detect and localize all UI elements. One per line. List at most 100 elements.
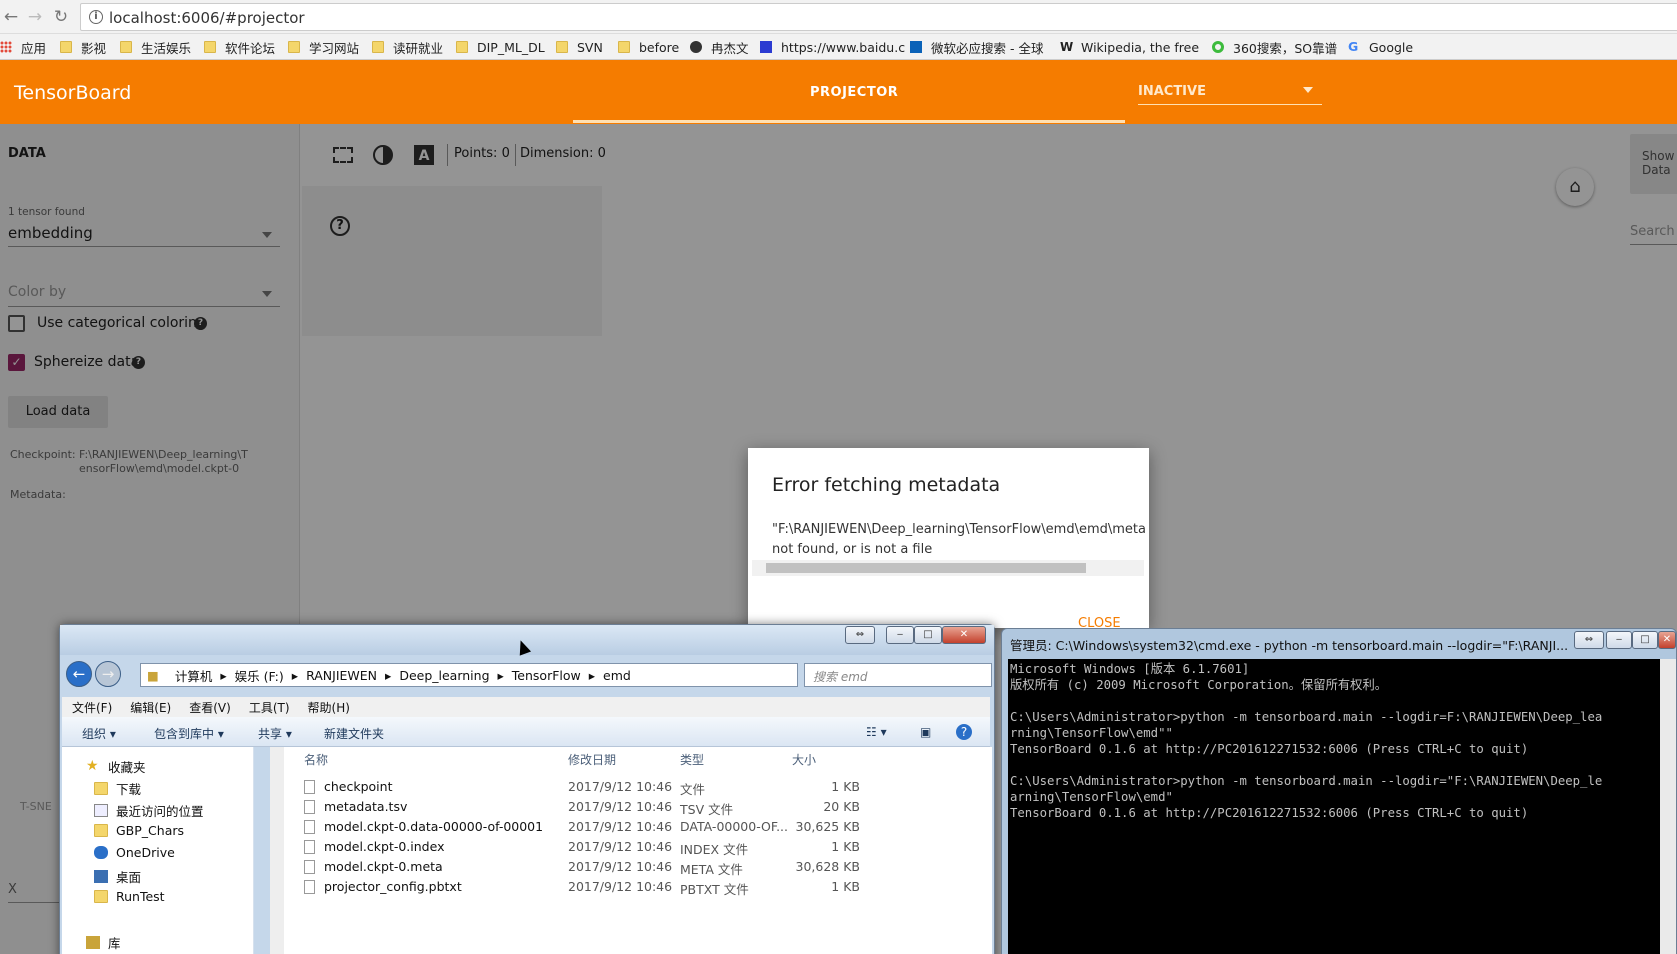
- bookmark-item[interactable]: 冉杰文: [690, 38, 749, 56]
- bookmark-item[interactable]: 微软必应搜索 - 全球: [910, 38, 1043, 56]
- file-name: model.ckpt-0.meta: [324, 859, 443, 874]
- column-name[interactable]: 名称: [304, 751, 328, 768]
- horizontal-scrollbar[interactable]: [752, 560, 1144, 576]
- explorer-nav-row: ← → ■ 计算机 ▸ 娱乐 (F:) ▸ RANJIEWEN ▸ Deep_lear…: [60, 655, 994, 695]
- close-button[interactable]: ✕: [1658, 631, 1676, 649]
- menu-help[interactable]: 帮助(H): [308, 699, 350, 716]
- file-type: 文件: [680, 782, 706, 797]
- bookmark-item[interactable]: before: [618, 38, 679, 56]
- search-input[interactable]: 搜索 emd: [804, 663, 992, 687]
- breadcrumb[interactable]: ■ 计算机 ▸ 娱乐 (F:) ▸ RANJIEWEN ▸ Deep_learning…: [140, 663, 798, 687]
- share-button[interactable]: 共享 ▾: [258, 725, 292, 742]
- reload-icon[interactable]: ↻: [50, 6, 72, 28]
- preview-pane-icon[interactable]: ▣: [920, 725, 931, 739]
- chevron-down-icon[interactable]: [1303, 87, 1313, 93]
- google-icon: G: [1348, 39, 1359, 54]
- breadcrumb-item[interactable]: emd: [603, 668, 631, 683]
- menu-edit[interactable]: 编辑(E): [130, 699, 171, 716]
- file-row[interactable]: checkpoint 2017/9/12 10:46 文件 1 KB: [304, 777, 984, 797]
- cmd-title[interactable]: 管理员: C:\Windows\system32\cmd.exe - pytho…: [1010, 635, 1570, 654]
- breadcrumb-item[interactable]: 娱乐 (F:): [235, 666, 284, 685]
- column-type[interactable]: 类型: [680, 751, 704, 768]
- maximize-button[interactable]: □: [1632, 631, 1658, 649]
- nav-item[interactable]: 桌面: [94, 867, 141, 886]
- nav-item[interactable]: GBP_Chars: [94, 823, 184, 838]
- column-size[interactable]: 大小: [792, 751, 816, 768]
- bookmark-item[interactable]: 读研就业: [372, 38, 443, 56]
- resize-icon[interactable]: ⇔: [845, 626, 875, 644]
- nav-favorites[interactable]: ★ 收藏夹: [86, 757, 146, 776]
- menu-file[interactable]: 文件(F): [72, 699, 112, 716]
- bookmark-item[interactable]: G Google: [1348, 38, 1413, 56]
- resize-icon[interactable]: ⇔: [1574, 631, 1604, 649]
- bookmark-item[interactable]: DIP_ML_DL: [456, 38, 545, 56]
- bookmark-item[interactable]: 360搜索，SO靠谱: [1212, 38, 1337, 56]
- folder-icon: [204, 41, 216, 53]
- nav-item[interactable]: 最近访问的位置: [94, 801, 204, 820]
- column-date[interactable]: 修改日期: [568, 751, 616, 768]
- file-row[interactable]: metadata.tsv 2017/9/12 10:46 TSV 文件 20 KB: [304, 797, 984, 817]
- back-icon[interactable]: ←: [66, 661, 92, 687]
- console-line: C:\Users\Administrator>python -m tensorb…: [1010, 710, 1603, 724]
- view-options-icon[interactable]: ☷ ▾: [866, 725, 887, 739]
- minimize-button[interactable]: ‒: [1606, 631, 1632, 649]
- bookmark-item[interactable]: SVN: [556, 38, 603, 56]
- file-row[interactable]: model.ckpt-0.index 2017/9/12 10:46 INDEX 文…: [304, 837, 984, 857]
- breadcrumb-item[interactable]: RANJIEWEN: [306, 668, 377, 683]
- file-row[interactable]: model.ckpt-0.data-00000-of-00001 2017/9/1…: [304, 817, 984, 837]
- scrollbar-thumb[interactable]: [766, 563, 1086, 573]
- error-dialog: Error fetching metadata "F:\RANJIEWEN\De…: [748, 448, 1149, 628]
- close-button[interactable]: ✕: [942, 626, 986, 644]
- forward-icon[interactable]: →: [24, 6, 46, 28]
- file-date: 2017/9/12 10:46: [568, 819, 673, 834]
- file-type: TSV 文件: [680, 802, 734, 817]
- organize-button[interactable]: 组织 ▾: [82, 725, 116, 742]
- console-scrollbar[interactable]: [1660, 659, 1676, 954]
- file-row[interactable]: model.ckpt-0.meta 2017/9/12 10:46 META 文件 3…: [304, 857, 984, 877]
- cloud-icon: [94, 846, 108, 859]
- minimize-button[interactable]: ‒: [886, 626, 914, 644]
- bookmark-item[interactable]: 学习网站: [288, 38, 359, 56]
- menu-view[interactable]: 查看(V): [189, 699, 231, 716]
- info-icon[interactable]: i: [89, 10, 103, 24]
- console-line: TensorBoard 0.1.6 at http://PC2016122715…: [1010, 806, 1529, 820]
- close-button[interactable]: CLOSE: [1078, 616, 1121, 628]
- bookmark-item[interactable]: 影视: [60, 38, 106, 56]
- nav-item[interactable]: RunTest: [94, 889, 165, 904]
- inactive-dropdown[interactable]: INACTIVE: [1138, 84, 1206, 99]
- file-icon: [304, 840, 315, 854]
- nav-item[interactable]: 下载: [94, 779, 141, 798]
- file-size: 1 KB: [831, 879, 860, 894]
- new-folder-button[interactable]: 新建文件夹: [324, 725, 384, 742]
- folder-icon: [94, 782, 108, 795]
- breadcrumb-item[interactable]: Deep_learning: [399, 668, 489, 683]
- star-icon: ★: [86, 758, 99, 774]
- nav-libraries[interactable]: 库: [86, 933, 121, 952]
- back-icon[interactable]: ←: [0, 6, 22, 28]
- breadcrumb-item[interactable]: 计算机: [175, 666, 213, 685]
- bookmark-item[interactable]: 软件论坛: [204, 38, 275, 56]
- cmd-window: 管理员: C:\Windows\system32\cmd.exe - pytho…: [1001, 628, 1677, 954]
- help-icon[interactable]: ?: [956, 724, 972, 740]
- bookmark-apps[interactable]: 应用: [0, 38, 46, 56]
- console-line: Microsoft Windows [版本 6.1.7601]: [1010, 662, 1250, 676]
- bookmark-item[interactable]: https://www.baidu.c: [760, 38, 905, 56]
- console-output[interactable]: Microsoft Windows [版本 6.1.7601] 版权所有 (c) …: [1008, 659, 1660, 954]
- bookmark-item[interactable]: W Wikipedia, the free: [1060, 38, 1199, 56]
- breadcrumb-item[interactable]: TensorFlow: [512, 668, 581, 683]
- tab-projector[interactable]: PROJECTOR: [810, 85, 898, 100]
- menu-tools[interactable]: 工具(T): [249, 699, 290, 716]
- dialog-message: "F:\RANJIEWEN\Deep_learning\TensorFlow\e…: [772, 520, 1146, 560]
- bookmark-item[interactable]: 生活娱乐: [120, 38, 191, 56]
- nav-item[interactable]: OneDrive: [94, 845, 175, 860]
- nav-scrollbar[interactable]: [270, 747, 284, 954]
- file-size: 20 KB: [823, 799, 860, 814]
- tensorboard-logo[interactable]: TensorBoard: [14, 82, 131, 104]
- forward-icon[interactable]: →: [95, 661, 121, 687]
- include-library-button[interactable]: 包含到库中 ▾: [154, 725, 224, 742]
- file-row[interactable]: projector_config.pbtxt 2017/9/12 10:46 PBT…: [304, 877, 984, 897]
- address-bar[interactable]: i localhost:6006/#projector: [80, 3, 1677, 31]
- folder-icon: [456, 41, 468, 53]
- maximize-button[interactable]: □: [914, 626, 942, 644]
